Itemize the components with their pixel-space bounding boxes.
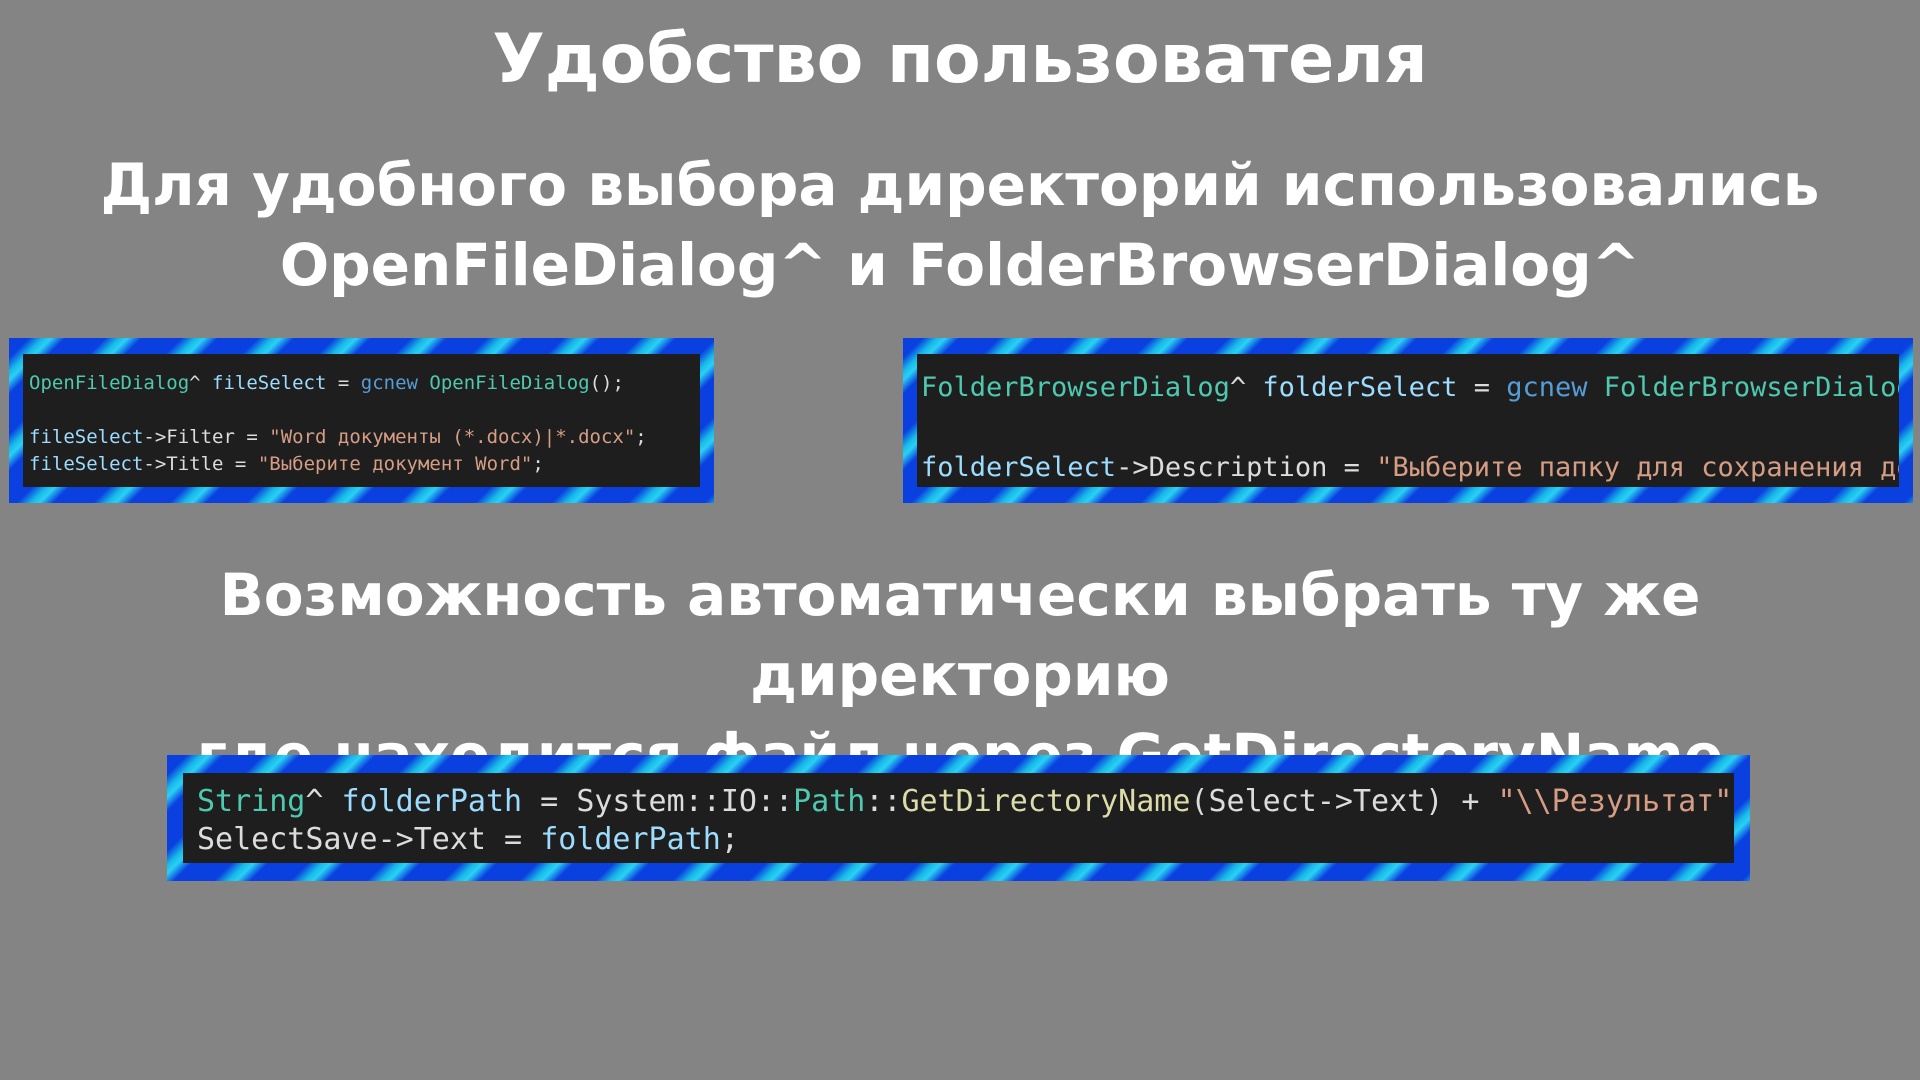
code-token: = [522,784,577,819]
code-token: fileSelect [29,453,144,475]
code-line: OpenFileDialog^ fileSelect = gcnew OpenF… [29,370,700,397]
code-token: -> [377,822,414,857]
code-token: Select [1208,784,1317,819]
code-block-open-file-dialog: OpenFileDialog^ fileSelect = gcnew OpenF… [9,338,714,503]
code-token: gcnew [360,372,418,394]
code-token: ^ [1229,372,1263,403]
code-block-get-directory-name: String^ folderPath = System::IO::Path::G… [167,755,1750,881]
code-token: ; [1732,784,1734,819]
code-editor: String^ folderPath = System::IO::Path::G… [183,773,1734,863]
code-line: String^ folderPath = System::IO::Path::G… [197,783,1734,821]
code-token: gcnew [1506,372,1588,403]
code-token: Title [166,453,224,475]
code-token: :: [865,784,902,819]
code-token: "Word документы (*.docx)|*.docx" [269,426,636,448]
code-token: = [223,453,258,475]
code-token: Text [413,822,486,857]
code-token: fileSelect [29,426,144,448]
code-token: ) + [1425,784,1498,819]
code-token: folderPath [341,784,523,819]
code-token: = [1457,372,1507,403]
code-token: ; [532,453,544,475]
code-token: "\\Результат" [1497,784,1733,819]
code-token: :: [756,784,794,819]
code-block-folder-browser-dialog: FolderBrowserDialog^ folderSelect = gcne… [903,338,1913,503]
code-token: folderSelect [1262,372,1458,403]
code-token: ^ [305,784,342,819]
code-editor: OpenFileDialog^ fileSelect = gcnew OpenF… [23,354,700,487]
code-token: FolderBrowserDialog [1603,372,1899,403]
code-token: OpenFileDialog [429,372,590,394]
code-token: FolderBrowserDialog [921,372,1230,403]
code-token: GetDirectoryName [901,784,1191,819]
dialogs-description: Для удобного выбора директорий использов… [0,145,1920,305]
code-token: -> [1316,784,1353,819]
code-token: folderPath [540,822,721,857]
code-token: OpenFileDialog [29,372,190,394]
code-token: = [326,372,361,394]
code-token: -> [1116,452,1149,483]
dialogs-description-line-2: OpenFileDialog^ и FolderBrowserDialog^ [279,231,1641,299]
code-token: Filter [166,426,235,448]
directory-description-line-1: Возможность автоматически выбрать ту же … [219,561,1701,709]
code-line: fileSelect->Title = "Выберите документ W… [29,451,700,478]
code-token: SelectSave [197,822,378,857]
code-token: "Выберите документ Word" [257,453,533,475]
code-token: -> [143,453,167,475]
code-line: FolderBrowserDialog^ folderSelect = gcne… [921,368,1899,408]
slide-title: Удобство пользователя [492,20,1428,99]
code-token: IO [720,784,757,819]
code-token: :: [684,784,721,819]
code-token: (); [589,372,624,394]
code-token: = [1327,452,1377,483]
code-token: ^ [189,372,213,394]
code-token: ; [720,822,739,857]
code-token: fileSelect [212,372,327,394]
code-token: "Выберите папку для сохранения документа… [1376,452,1899,483]
code-token: ; [635,426,647,448]
code-token: Text [1352,784,1426,819]
code-line: SelectSave->Text = folderPath; [197,821,1734,859]
code-token: -> [143,426,167,448]
code-editor: FolderBrowserDialog^ folderSelect = gcne… [917,354,1899,487]
code-token: System [576,784,685,819]
code-line: fileSelect->Filter = "Word документы (*.… [29,424,700,451]
code-token: Path [793,784,866,819]
code-token: = [234,426,270,448]
code-token: Description [1148,452,1328,483]
code-token: ( [1190,784,1209,819]
code-token: String [197,784,306,819]
code-line: folderSelect->Description = "Выберите па… [921,448,1899,487]
code-token: = [486,822,541,857]
dialogs-description-line-1: Для удобного выбора директорий использов… [100,151,1820,219]
code-token: folderSelect [921,452,1117,483]
